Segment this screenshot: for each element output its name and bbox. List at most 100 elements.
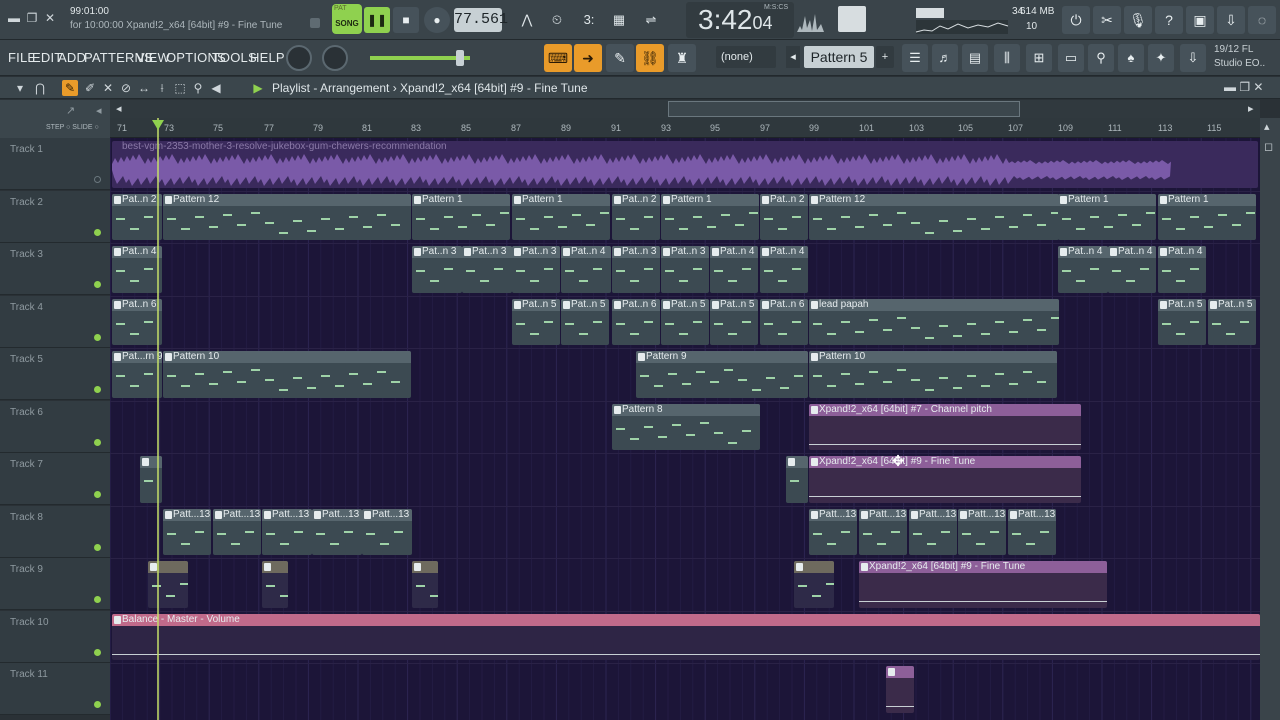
slice-tool-icon[interactable]: ⟊ <box>154 80 170 96</box>
pattern-prev-icon[interactable]: ◂ <box>786 46 800 68</box>
stop-button[interactable]: ■ <box>393 7 419 33</box>
playback-tool-icon[interactable]: ◀ <box>208 80 224 96</box>
pattern-clip[interactable]: Pat..n 2 <box>612 193 660 240</box>
track-header[interactable]: Track 6 <box>0 400 110 453</box>
export-icon[interactable]: ⇩ <box>1217 6 1245 34</box>
song-time[interactable]: 3:4204 <box>698 4 773 36</box>
zoom-tool-icon[interactable]: ⚲ <box>190 80 206 96</box>
microphone-icon[interactable]: 🎙 <box>1124 6 1152 34</box>
countdown-icon[interactable]: 3: <box>576 8 602 32</box>
pencil-icon[interactable]: ✎ <box>606 44 634 72</box>
play-pattern-icon[interactable]: ▶ <box>250 80 266 96</box>
automation-clip[interactable]: Balance - Master - Volume <box>112 613 1260 660</box>
scroll-left-arrow-icon[interactable]: ◂ <box>116 102 122 115</box>
chat-icon[interactable]: ◌ <box>1248 6 1276 34</box>
automation-clip[interactable] <box>886 666 914 713</box>
audio-clip[interactable]: best-vgm-2353-mother-3-resolve-jukebox-g… <box>112 141 1258 188</box>
track-enable-led[interactable] <box>94 386 101 393</box>
track-header[interactable]: Track 8 <box>0 505 110 558</box>
master-volume-handle[interactable] <box>456 50 464 66</box>
pattern-clip[interactable]: Pattern 1 <box>512 193 610 240</box>
slip-tool-icon[interactable]: ↔ <box>136 80 152 96</box>
pattern-clip[interactable]: Pat..n 5 <box>561 298 609 345</box>
track-header[interactable]: Track 4 <box>0 295 110 348</box>
pattern-clip[interactable]: Patt...13 <box>213 508 261 555</box>
pattern-clip[interactable]: Patt...13 <box>362 508 412 555</box>
pattern-clip[interactable]: Pattern 10 <box>809 351 1057 398</box>
wrench-icon[interactable]: ✦ <box>1148 44 1174 72</box>
maximize-icon[interactable]: ❐ <box>24 10 40 26</box>
automation-clip[interactable]: Xpand!2_x64 [64bit] #9 - Fine Tune <box>809 456 1081 503</box>
arrow-right-icon[interactable]: ➜ <box>574 44 602 72</box>
cut-icon[interactable]: ✂ <box>1093 6 1121 34</box>
playhead-marker[interactable] <box>152 120 164 130</box>
menu-help[interactable]: HELP <box>250 50 285 65</box>
vertical-scrollbar[interactable]: ▴ ◻ <box>1260 118 1280 720</box>
blend-notes-icon[interactable]: ⇌ <box>638 8 664 32</box>
pattern-clip[interactable]: Patt...13 <box>163 508 211 555</box>
track-header[interactable]: Track 10 <box>0 610 110 663</box>
track-header[interactable]: Track 7 <box>0 453 110 505</box>
track-header[interactable]: Track 2 <box>0 190 110 243</box>
pattern-clip[interactable]: Patt...13 <box>859 508 907 555</box>
pat-mode-label[interactable]: PAT <box>334 5 347 12</box>
pattern-clip[interactable]: Pat..n 4 <box>1158 246 1206 293</box>
arrangement-lanes[interactable]: best-vgm-2353-mother-3-resolve-jukebox-g… <box>110 138 1260 720</box>
playlist-window-controls[interactable]: ▬ ❐ ✕ <box>1224 80 1276 96</box>
pattern-clip[interactable]: Patt...13 <box>909 508 957 555</box>
track-header[interactable]: Track 9 <box>0 558 110 610</box>
pattern-clip[interactable]: Pat..n 3 <box>512 246 560 293</box>
close-icon[interactable]: ✕ <box>42 10 58 26</box>
track-enable-led[interactable] <box>94 596 101 603</box>
track-enable-led[interactable] <box>94 333 101 341</box>
playlist-icon[interactable]: ☰ <box>902 44 928 72</box>
pattern-clip[interactable]: Pat..n 4 <box>561 246 611 293</box>
pause-button[interactable]: ❚❚ <box>364 7 390 33</box>
pattern-clip[interactable]: Patt...13 <box>809 508 857 555</box>
link-icon[interactable]: ⛓ <box>636 44 664 72</box>
track-header[interactable]: Track 5 <box>0 348 110 400</box>
automation-clip[interactable]: Xpand!2_x64 [64bit] #9 - Fine Tune <box>859 561 1107 608</box>
pattern-clip[interactable]: Pattern 12 <box>163 193 411 240</box>
track-enable-led[interactable] <box>94 543 101 551</box>
track-enable-led[interactable] <box>94 701 101 708</box>
scroll-left-icon[interactable]: ◂ <box>96 104 102 117</box>
power-icon[interactable]: ⏻ <box>1062 6 1090 34</box>
pattern-clip[interactable]: Pattern 1 <box>1158 193 1256 240</box>
mute-tool-icon[interactable]: ⊘ <box>118 80 134 96</box>
master-volume-knob[interactable] <box>322 45 348 71</box>
menu-view[interactable]: VIEW <box>136 50 170 65</box>
pattern-clip[interactable]: Pat..n 4 <box>1058 246 1108 293</box>
help-icon[interactable]: ? <box>1155 6 1183 34</box>
pattern-clip[interactable]: Pat..n 4 <box>1108 246 1156 293</box>
pattern-clip[interactable]: Pat..n 5 <box>1158 298 1206 345</box>
pattern-clip[interactable]: Pattern 10 <box>163 351 411 398</box>
draw-tool-icon[interactable]: ✎ <box>62 80 78 96</box>
mixer-icon[interactable]: ⫼ <box>994 44 1020 72</box>
pattern-clip[interactable]: Pattern 12 <box>809 193 1059 240</box>
pattern-clip[interactable]: lead papah <box>809 298 1059 345</box>
save-icon[interactable]: ▣ <box>1186 6 1214 34</box>
snap-select[interactable]: (none) <box>716 46 776 68</box>
pattern-clip[interactable]: Patt...13 <box>312 508 362 555</box>
pattern-clip[interactable]: Pat..n 2 <box>760 193 808 240</box>
project-icon[interactable]: ▭ <box>1058 44 1084 72</box>
tempo-display[interactable]: 77.561 <box>454 8 508 32</box>
monitor-volume[interactable] <box>838 6 866 32</box>
stamp-icon[interactable]: ♜ <box>668 44 696 72</box>
track-enable-led[interactable] <box>94 176 101 183</box>
snap-icon[interactable]: ↗ <box>66 104 75 117</box>
timeline-ruler[interactable] <box>110 118 1260 138</box>
pattern-clip[interactable] <box>262 561 288 608</box>
horizontal-scroll-thumb[interactable] <box>668 101 1020 117</box>
pattern-clip[interactable]: Pat..n 5 <box>710 298 758 345</box>
typing-keyboard-icon[interactable]: ⌨ <box>544 44 572 72</box>
magnet-icon[interactable]: ⋂ <box>32 80 48 96</box>
track-header[interactable]: Track 11 <box>0 663 110 715</box>
pattern-clip[interactable]: Pat..n 2 <box>112 193 162 240</box>
scroll-right-arrow-icon[interactable]: ▸ <box>1248 102 1254 115</box>
channel-rack-icon[interactable]: ▤ <box>962 44 988 72</box>
track-enable-led[interactable] <box>94 648 101 656</box>
download-icon[interactable]: ⇩ <box>1180 44 1206 72</box>
pattern-clip[interactable]: Patt...13 <box>958 508 1006 555</box>
